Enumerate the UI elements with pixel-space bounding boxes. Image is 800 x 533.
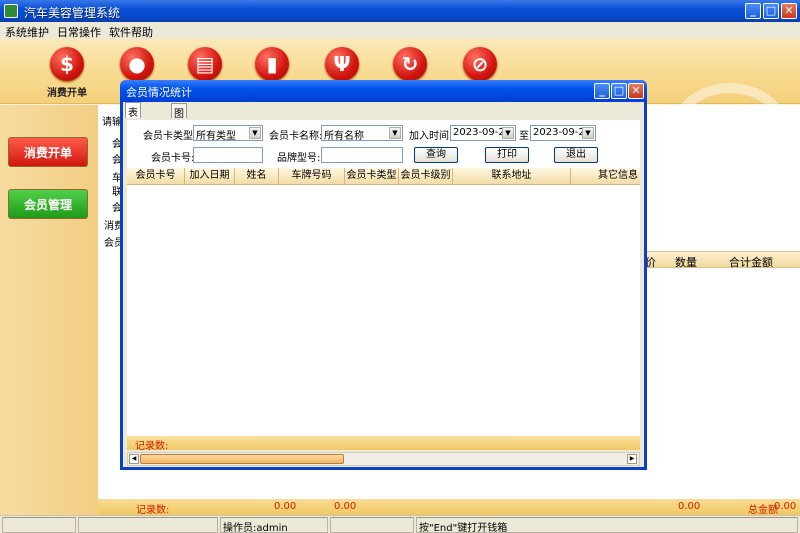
date-from-picker[interactable]: 2023-09-20 ▼ bbox=[450, 125, 516, 141]
col-address[interactable]: 联系地址 bbox=[453, 168, 571, 185]
dialog-minimize-button[interactable]: _ bbox=[594, 83, 610, 99]
maximize-button[interactable]: □ bbox=[763, 3, 779, 19]
tool-member-button[interactable]: ● bbox=[112, 47, 162, 81]
minimize-button[interactable]: _ bbox=[745, 3, 761, 19]
chevron-down-icon: ▼ bbox=[389, 127, 401, 139]
scroll-left-icon[interactable]: ◀ bbox=[129, 454, 139, 464]
card-no-label: 会员卡号: bbox=[151, 153, 195, 164]
status-cell-2 bbox=[78, 517, 218, 533]
tab-chart-view[interactable]: 图表显示 bbox=[171, 103, 187, 165]
chevron-down-icon: ▼ bbox=[249, 127, 261, 139]
scroll-right-icon[interactable]: ▶ bbox=[627, 454, 637, 464]
col-card-no[interactable]: 会员卡号 bbox=[127, 168, 185, 185]
tab-table-view[interactable]: 表格显示 bbox=[125, 102, 141, 164]
menu-system[interactable]: 系统维护 bbox=[0, 22, 52, 40]
dialog-maximize-button[interactable]: □ bbox=[611, 83, 627, 99]
tool-consume-button[interactable]: $ 消费开单 bbox=[42, 47, 92, 99]
nav-member-button[interactable]: 会员管理 bbox=[8, 189, 88, 219]
col-name[interactable]: 姓名 bbox=[235, 168, 279, 185]
col-card-type[interactable]: 会员卡类型 bbox=[345, 168, 399, 185]
refresh-icon: ↻ bbox=[393, 47, 427, 81]
app-icon bbox=[4, 4, 18, 18]
app-title: 汽车美容管理系统 bbox=[24, 6, 121, 20]
dialog-body: 表格显示 图表显示 会员卡类型: 所有类型 ▼ 会员卡名称: 所有名称 ▼ 加入… bbox=[123, 102, 644, 467]
dialog-close-button[interactable]: ✕ bbox=[628, 83, 644, 99]
scroll-thumb[interactable] bbox=[140, 454, 344, 464]
brand-input[interactable] bbox=[321, 147, 403, 163]
card-type-label: 会员卡类型: bbox=[143, 131, 197, 142]
col-other[interactable]: 其它信息 bbox=[571, 168, 640, 185]
col-plate[interactable]: 车牌号码 bbox=[279, 168, 345, 185]
main-footer: 记录数: 0.00 0.00 0.00 总金额 0.00 bbox=[98, 499, 800, 516]
tool-service-button[interactable]: Ψ bbox=[317, 47, 367, 81]
main-footer-count-label: 记录数: bbox=[136, 505, 170, 516]
card-name-label: 会员卡名称: bbox=[269, 131, 323, 142]
to-label: 至 bbox=[519, 131, 529, 142]
card-type-value: 所有类型 bbox=[196, 131, 236, 142]
card-name-select[interactable]: 所有名称 ▼ bbox=[321, 125, 403, 142]
main-footer-v3: 0.00 bbox=[678, 501, 701, 512]
left-nav-panel: 消费开单 会员管理 bbox=[0, 105, 98, 515]
user-icon: ● bbox=[120, 47, 154, 81]
main-title-bar: 汽车美容管理系统 _ □ ✕ bbox=[0, 0, 800, 22]
main-prompt: 请输 bbox=[102, 117, 122, 128]
query-button[interactable]: 查询 bbox=[414, 147, 458, 163]
print-button[interactable]: 打印 bbox=[485, 147, 529, 163]
dialog-title: 会员情况统计 bbox=[126, 86, 192, 99]
grid-footer: 记录数: bbox=[127, 436, 640, 452]
close-button[interactable]: ✕ bbox=[781, 3, 797, 19]
menu-bar: 系统维护 日常操作 软件帮助 bbox=[0, 22, 800, 39]
date-to-picker[interactable]: 2023-09-20 ▼ bbox=[530, 125, 596, 141]
exit-button[interactable]: 退出 bbox=[554, 147, 598, 163]
dollar-icon: $ bbox=[50, 47, 84, 81]
status-hint: 按"End"键打开钱箱 bbox=[416, 517, 798, 533]
tools-icon: Ψ bbox=[325, 47, 359, 81]
record-count-label: 记录数: bbox=[135, 441, 169, 452]
horizontal-scrollbar[interactable]: ◀ ▶ bbox=[127, 452, 640, 466]
member-grid: 会员卡号 加入日期 姓名 车牌号码 会员卡类型 会员卡级别 联系地址 其它信息 … bbox=[127, 168, 640, 452]
join-time-label: 加入时间: bbox=[409, 131, 453, 142]
brand-label: 品牌型号: bbox=[277, 153, 321, 164]
member-stats-dialog: 会员情况统计 _ □ ✕ 表格显示 图表显示 会员卡类型: 所有类型 ▼ 会员卡… bbox=[120, 80, 647, 470]
chevron-down-icon: ▼ bbox=[502, 127, 514, 139]
col-card-level[interactable]: 会员卡级别 bbox=[399, 168, 453, 185]
grid-header: 会员卡号 加入日期 姓名 车牌号码 会员卡类型 会员卡级别 联系地址 其它信息 bbox=[127, 168, 640, 185]
filter-panel: 会员卡类型: 所有类型 ▼ 会员卡名称: 所有名称 ▼ 加入时间: 2023-0… bbox=[127, 120, 640, 168]
chevron-down-icon: ▼ bbox=[582, 127, 594, 139]
nav-consume-button[interactable]: 消费开单 bbox=[8, 137, 88, 167]
tool-consume-label: 消费开单 bbox=[47, 88, 87, 99]
menu-help[interactable]: 软件帮助 bbox=[104, 22, 156, 40]
status-bar: 操作员:admin 按"End"键打开钱箱 bbox=[0, 515, 800, 533]
stop-icon: ⊘ bbox=[463, 47, 497, 81]
col-join-date[interactable]: 加入日期 bbox=[185, 168, 235, 185]
status-cell-4 bbox=[330, 517, 414, 533]
main-col-qty: 数量 bbox=[675, 256, 697, 269]
main-footer-v2: 0.00 bbox=[334, 501, 357, 512]
book-icon: ▤ bbox=[188, 47, 222, 81]
tool-exit-button[interactable]: ⊘ bbox=[455, 47, 505, 81]
status-operator: 操作员:admin bbox=[220, 517, 328, 533]
main-col-amount: 合计金额 bbox=[729, 256, 773, 269]
tool-book-button[interactable]: ▤ bbox=[180, 47, 230, 81]
tool-stats-button[interactable]: ▮ bbox=[247, 47, 297, 81]
card-type-select[interactable]: 所有类型 ▼ bbox=[193, 125, 263, 142]
card-name-value: 所有名称 bbox=[324, 131, 364, 142]
main-footer-v1: 0.00 bbox=[274, 501, 297, 512]
bar-chart-icon: ▮ bbox=[255, 47, 289, 81]
main-total-value: 0.00 bbox=[774, 501, 797, 512]
tool-refresh-button[interactable]: ↻ bbox=[385, 47, 435, 81]
status-cell-1 bbox=[2, 517, 76, 533]
card-no-input[interactable] bbox=[193, 147, 263, 163]
dialog-title-bar[interactable]: 会员情况统计 _ □ ✕ bbox=[120, 80, 647, 102]
menu-daily[interactable]: 日常操作 bbox=[52, 22, 104, 40]
